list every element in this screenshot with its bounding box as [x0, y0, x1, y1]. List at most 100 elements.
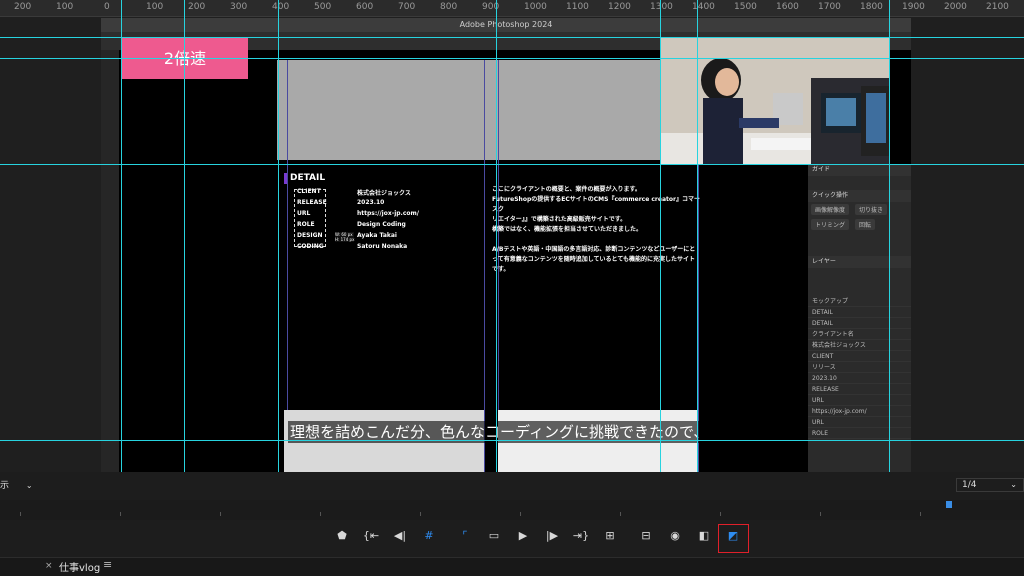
guides-icon[interactable]: # [420, 527, 438, 545]
ruler-label: 1700 [818, 2, 841, 12]
layer-row[interactable]: DETAIL [808, 318, 911, 329]
sequence-tab-bar [0, 557, 1024, 576]
timeline-tick [620, 512, 621, 516]
ruler-label: 500 [314, 2, 332, 12]
ruler-label: 2000 [944, 2, 967, 12]
add-marker-icon[interactable]: ⬟ [333, 527, 351, 545]
chevron-down-icon: ⌄ [25, 481, 33, 490]
cyan-guide-horizontal[interactable] [0, 440, 1024, 441]
playhead[interactable] [946, 501, 952, 508]
ruler-label: 0 [104, 2, 110, 12]
ruler-label: 1800 [860, 2, 883, 12]
cyan-guide-horizontal[interactable] [0, 164, 1024, 165]
cyan-guide-horizontal[interactable] [0, 37, 1024, 38]
sequence-tab[interactable]: 仕事vlog [59, 559, 100, 574]
layer-row[interactable]: 2023.10 [808, 373, 911, 384]
layers-toolbar [808, 268, 911, 296]
ruler-label: 400 [272, 2, 290, 12]
layer-row[interactable]: URL [808, 417, 911, 428]
timeline-tick [220, 512, 221, 516]
premiere-program-monitor: 200 100 0 100 200 300 400 500 600 700 80… [0, 0, 1024, 576]
detail-value: 株式会社ジョックス [357, 190, 411, 197]
guide-panel-body [808, 176, 911, 190]
selection-box [294, 189, 326, 247]
timeline-tick [20, 512, 21, 516]
insert-icon[interactable]: ⊞ [601, 527, 619, 545]
dimension-tooltip: W: 60 px H: 174 px [335, 232, 355, 242]
desc-line: FutureShopの提供するECサイトのCMS『commerce creato… [492, 196, 700, 213]
compare-icon[interactable]: ◧ [695, 527, 713, 545]
cyan-guide-vertical[interactable] [184, 0, 185, 472]
cyan-guide-vertical[interactable] [496, 0, 497, 472]
picture-in-picture-video [661, 38, 889, 164]
detail-value: Design Coding [357, 221, 406, 228]
layer-row[interactable]: 株式会社ジョックス [808, 340, 911, 351]
ruler-label: 1900 [902, 2, 925, 12]
view-dropdown[interactable]: 示 ⌄ [0, 478, 33, 491]
quick-actions: 画像解像度 切り抜きトリミング 回転 [808, 202, 911, 232]
quick-action-button[interactable]: 画像解像度 [811, 204, 850, 215]
chevron-down-icon: ⌄ [1010, 480, 1017, 489]
ruler-label: 2100 [986, 2, 1009, 12]
layer-row[interactable]: クライアント名 [808, 329, 911, 340]
layer-row[interactable]: CLIENT [808, 351, 911, 362]
dim-height: H: 174 px [335, 237, 355, 242]
layer-row[interactable]: DETAIL [808, 307, 911, 318]
ruler-label: 300 [230, 2, 248, 12]
detail-value: Satoru Nonaka [357, 243, 408, 250]
timeline-tick [820, 512, 821, 516]
desc-line: ここにクライアントの概要と、案件の概要が入ります。 [492, 186, 641, 193]
ruler-label: 1500 [734, 2, 757, 12]
quick-action-button[interactable]: 切り抜き [855, 204, 888, 215]
mark-out-icon[interactable]: ⇥} [572, 527, 590, 545]
ruler-label: 700 [398, 2, 416, 12]
detail-value: https://jox-jp.com/ [357, 210, 419, 217]
step-back-icon[interactable]: ◀| [391, 527, 409, 545]
ruler: 200 100 0 100 200 300 400 500 600 700 80… [0, 0, 1024, 17]
mini-timeline[interactable] [0, 500, 1024, 520]
timeline-tick [520, 512, 521, 516]
detail-value: 2023.10 [357, 199, 385, 206]
view-label: 示 [0, 481, 10, 491]
ruler-label: 100 [146, 2, 164, 12]
timeline-tick [920, 512, 921, 516]
detail-description: ここにクライアントの概要と、案件の概要が入ります。 FutureShopの提供す… [492, 185, 702, 275]
timeline-tick [720, 512, 721, 516]
close-icon[interactable]: × [45, 561, 53, 571]
menu-icon[interactable]: ≡ [103, 558, 112, 571]
cyan-guide-vertical[interactable] [278, 0, 279, 472]
ruler-label: 1600 [776, 2, 799, 12]
layer-row[interactable]: リリース [808, 362, 911, 373]
export-frame-icon[interactable]: ◉ [666, 527, 684, 545]
detail-accent-bar [284, 173, 287, 184]
ruler-label: 100 [56, 2, 74, 12]
resolution-dropdown[interactable]: 1/4 ⌄ [956, 478, 1024, 492]
frame-icon[interactable]: ▭ [485, 527, 503, 545]
quick-action-button[interactable]: 回転 [855, 219, 876, 230]
layer-row[interactable]: URL [808, 395, 911, 406]
overwrite-icon[interactable]: ⊟ [637, 527, 655, 545]
step-forward-icon[interactable]: |▶ [543, 527, 561, 545]
desc-line: です。 [492, 266, 510, 273]
cyan-guide-vertical[interactable] [121, 0, 122, 472]
detail-value: Ayaka Takai [357, 232, 397, 239]
layer-row[interactable]: RELEASE [808, 384, 911, 395]
desc-line: 構築ではなく、機能拡張を担当させていただきました。 [492, 226, 643, 233]
layer-row[interactable]: https://jox-jp.com/ [808, 406, 911, 417]
ruler-label: 1300 [650, 2, 673, 12]
timeline-tick [420, 512, 421, 516]
play-icon[interactable]: ▶ [514, 527, 532, 545]
ruler-label: 1000 [524, 2, 547, 12]
layer-row[interactable]: モックアップ [808, 296, 911, 307]
layer-row[interactable]: ROLE [808, 428, 911, 439]
ruler-label: 200 [188, 2, 206, 12]
quick-action-button[interactable]: トリミング [811, 219, 850, 230]
cyan-guide-horizontal[interactable] [0, 58, 1024, 59]
cyan-guide-vertical[interactable] [697, 0, 698, 472]
person-at-desk-image [661, 38, 889, 164]
ruler-label: 1200 [608, 2, 631, 12]
cyan-guide-vertical[interactable] [889, 0, 890, 472]
cyan-guide-vertical[interactable] [660, 0, 661, 472]
safe-margin-icon[interactable]: ⌜ [456, 527, 474, 545]
mark-in-icon[interactable]: {⇤ [362, 527, 380, 545]
